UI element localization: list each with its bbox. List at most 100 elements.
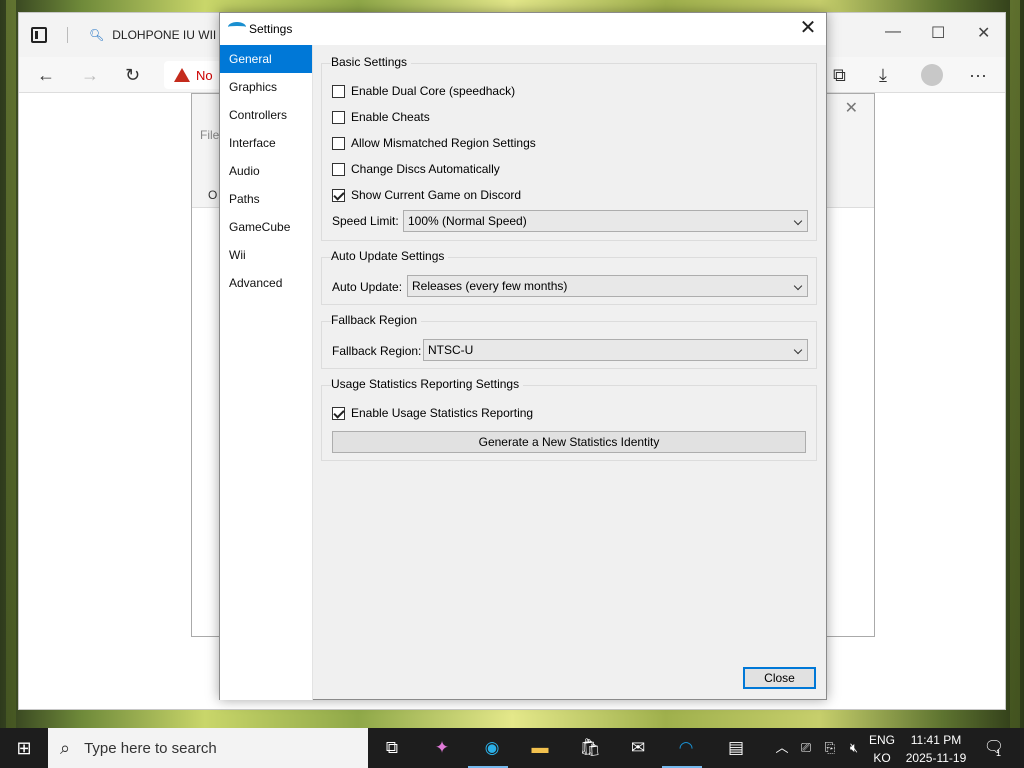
volume-muted-icon[interactable]: 🔇︎ (842, 736, 866, 760)
menu-file[interactable]: File (200, 128, 219, 142)
dolphin-logo-icon (228, 22, 246, 32)
tab-separator (67, 27, 68, 43)
nav-controllers[interactable]: Controllers (220, 101, 312, 129)
checkbox[interactable] (332, 162, 345, 176)
speed-limit-value: 100% (Normal Speed) (408, 214, 527, 228)
more-menu-icon[interactable]: ··· (969, 65, 987, 85)
generate-statistics-identity-button[interactable]: Generate a New Statistics Identity (332, 431, 806, 453)
taskbar: ⊞ ⌕ Type here to search ⧉ ✦ ◉ ▬ 🛍︎ ✉ ◠ ▤… (0, 728, 1024, 768)
tab-actions-icon[interactable] (31, 27, 47, 43)
settings-titlebar: Settings ✕ (220, 13, 826, 45)
forward-icon[interactable]: → (81, 65, 99, 85)
fallback-region-value: NTSC-U (428, 343, 474, 357)
chevron-down-icon (793, 345, 803, 355)
meet-icon[interactable]: ⎚ (794, 736, 818, 760)
checkbox-label: Enable Cheats (351, 110, 430, 124)
nav-paths[interactable]: Paths (220, 185, 312, 213)
checkbox-label: Enable Usage Statistics Reporting (351, 406, 534, 420)
search-icon: ⌕ (60, 737, 71, 758)
clock-time: 11:41 PM (910, 733, 962, 747)
fallback-region-group: Fallback Region Fallback Region: NTSC-U (321, 313, 817, 369)
lang-top: ENG (868, 733, 895, 747)
address-bar[interactable]: No (164, 61, 224, 89)
nav-wii[interactable]: Wii (220, 241, 312, 269)
checkbox[interactable] (332, 110, 345, 124)
checkbox-label: Allow Mismatched Region Settings (351, 136, 536, 150)
settings-dialog: Settings ✕ General Graphics Controllers … (219, 12, 827, 700)
nav-general[interactable]: General (220, 45, 312, 73)
tray-overflow-icon[interactable]: ︿ (770, 736, 794, 760)
copilot-icon[interactable]: ✦ (430, 736, 454, 760)
nav-audio[interactable]: Audio (220, 157, 312, 185)
maximize-button[interactable]: ☐ (931, 23, 945, 43)
profile-avatar[interactable] (921, 64, 943, 86)
auto-update-value: Releases (every few months) (412, 279, 568, 293)
auto-update-label: Auto Update: (332, 280, 403, 294)
checkbox-cheats[interactable]: Enable Cheats (332, 110, 430, 124)
close-button[interactable]: Close (743, 667, 816, 689)
checkbox-mismatched-region[interactable]: Allow Mismatched Region Settings (332, 136, 536, 150)
minimize-button[interactable]: — (885, 23, 901, 41)
nav-advanced[interactable]: Advanced (220, 269, 312, 297)
open-button[interactable]: O (208, 188, 217, 202)
collections-icon[interactable]: ⧉ (833, 65, 846, 85)
refresh-icon[interactable]: ↻ (125, 65, 140, 85)
checkbox[interactable] (332, 136, 345, 150)
checkbox[interactable] (332, 84, 345, 98)
input-language[interactable]: ENG KO (866, 731, 898, 767)
speed-limit-label: Speed Limit: (332, 214, 399, 228)
close-window-button[interactable]: ✕ (977, 23, 990, 43)
group-title: Fallback Region (331, 313, 422, 327)
chevron-down-icon (793, 281, 803, 291)
dolphin-taskbar-icon[interactable]: ◠ (674, 736, 698, 760)
browser-tab[interactable]: 🔍︎ DLOHPONE IU WII EMU (89, 23, 239, 47)
checkbox-discord[interactable]: Show Current Game on Discord (332, 188, 521, 202)
back-icon[interactable]: ← (37, 65, 55, 85)
dolphin-close-icon[interactable]: ✕ (845, 98, 858, 118)
store-icon[interactable]: 🛍︎ (578, 736, 602, 760)
basic-settings-group: Basic Settings Enable Dual Core (speedha… (321, 55, 817, 241)
chevron-down-icon (793, 216, 803, 226)
wallpaper-bamboo (6, 0, 16, 728)
search-placeholder: Type here to search (84, 739, 217, 757)
task-view-icon[interactable]: ⧉ (380, 736, 404, 760)
nav-graphics[interactable]: Graphics (220, 73, 312, 101)
nav-gamecube[interactable]: GameCube (220, 213, 312, 241)
network-icon[interactable]: ⎘ (818, 736, 842, 760)
auto-update-group: Auto Update Settings Auto Update: Releas… (321, 249, 817, 305)
checkbox[interactable] (332, 188, 345, 202)
group-title: Usage Statistics Reporting Settings (331, 377, 524, 391)
speed-limit-select[interactable]: 100% (Normal Speed) (403, 210, 808, 232)
edge-icon[interactable]: ◉ (480, 736, 504, 760)
notification-icon[interactable]: 🗨︎ (982, 736, 1006, 760)
search-icon: 🔍︎ (89, 28, 105, 42)
notification-count: 1 (996, 748, 1002, 758)
windows-start-icon[interactable]: ⊞ (12, 736, 36, 760)
file-explorer-icon[interactable]: ▬ (528, 736, 552, 760)
security-warning-text: No (196, 67, 213, 83)
lang-bottom: KO (873, 751, 891, 765)
usage-statistics-group: Usage Statistics Reporting Settings Enab… (321, 377, 817, 461)
checkbox-change-discs[interactable]: Change Discs Automatically (332, 162, 500, 176)
checkbox-dual-core[interactable]: Enable Dual Core (speedhack) (332, 84, 515, 98)
clock-date: 2025-11-19 (905, 751, 967, 765)
downloads-icon[interactable]: ⤓ (879, 65, 887, 85)
fallback-region-select[interactable]: NTSC-U (423, 339, 808, 361)
settings-sidebar: General Graphics Controllers Interface A… (220, 45, 313, 700)
auto-update-select[interactable]: Releases (every few months) (407, 275, 808, 297)
fallback-region-label: Fallback Region: (332, 344, 422, 358)
group-title: Basic Settings (331, 55, 412, 69)
checkbox-label: Enable Dual Core (speedhack) (351, 84, 516, 98)
clock[interactable]: 11:41 PM 2025-11-19 (904, 731, 968, 767)
news-icon[interactable]: ▤ (724, 736, 748, 760)
taskbar-search[interactable]: ⌕ Type here to search (48, 728, 368, 768)
warning-icon (174, 68, 190, 82)
checkbox-label: Show Current Game on Discord (351, 188, 522, 202)
mail-icon[interactable]: ✉ (626, 736, 650, 760)
settings-title: Settings (249, 22, 293, 36)
settings-close-icon[interactable]: ✕ (796, 17, 820, 41)
checkbox[interactable] (332, 406, 345, 420)
group-title: Auto Update Settings (331, 249, 449, 263)
nav-interface[interactable]: Interface (220, 129, 312, 157)
checkbox-usage-statistics[interactable]: Enable Usage Statistics Reporting (332, 406, 533, 420)
